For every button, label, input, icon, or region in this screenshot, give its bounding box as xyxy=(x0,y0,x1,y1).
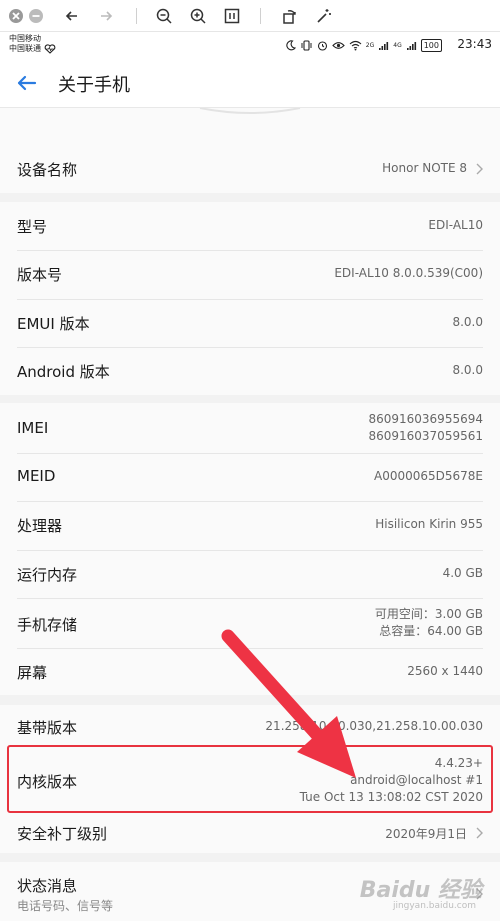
section-gap xyxy=(0,193,500,202)
zoom-out-icon[interactable] xyxy=(154,6,174,26)
screen-label: 屏幕 xyxy=(17,664,48,682)
version-info-card: 型号 EDI-AL10 版本号 EDI-AL10 8.0.0.539(C00) … xyxy=(0,202,500,395)
toolbar-separator xyxy=(260,8,261,24)
imei-values: 860916036955694 860916037059561 xyxy=(368,411,483,445)
fit-screen-icon[interactable] xyxy=(222,6,242,26)
toolbar-separator xyxy=(136,8,137,24)
processor-value: Hisilicon Kirin 955 xyxy=(375,517,483,531)
forward-arrow-icon[interactable] xyxy=(96,6,116,26)
vibrate-icon xyxy=(301,39,312,51)
emui-version-row: EMUI 版本 8.0.0 xyxy=(0,299,500,347)
storage-available: 可用空间：3.00 GB xyxy=(374,607,483,621)
security-patch-value: 2020年9月1日 xyxy=(385,827,467,841)
status-info-subtitle: 电话号码、信号等 xyxy=(17,899,114,913)
baseband-row: 基带版本 21.258.10.00.030,21.258.10.00.030 xyxy=(0,705,500,749)
model-row: 型号 EDI-AL10 xyxy=(0,202,500,250)
meid-label: MEID xyxy=(17,467,56,485)
carrier-info: 中国移动 中国联通 xyxy=(9,34,41,54)
android-version-label: Android 版本 xyxy=(17,363,110,381)
cancel-icon[interactable] xyxy=(26,6,46,26)
android-version-value: 8.0.0 xyxy=(452,363,483,377)
model-label: 型号 xyxy=(17,218,48,236)
storage-values: 可用空间：3.00 GB 总容量：64.00 GB xyxy=(375,606,483,640)
imei-label: IMEI xyxy=(17,419,49,437)
processor-label: 处理器 xyxy=(17,517,63,535)
network-type-2: 4G xyxy=(393,41,402,49)
carrier-2: 中国联通 xyxy=(9,44,41,53)
storage-label: 手机存储 xyxy=(17,616,78,634)
model-value: EDI-AL10 xyxy=(428,218,483,232)
screen-row: 屏幕 2560 x 1440 xyxy=(0,648,500,695)
ram-row: 运行内存 4.0 GB xyxy=(0,550,500,598)
chevron-right-icon xyxy=(474,161,484,175)
carrier-1: 中国移动 xyxy=(9,34,41,43)
device-name-label: 设备名称 xyxy=(17,161,78,179)
imei-value-1: 860916036955694 xyxy=(368,412,483,426)
close-icon[interactable] xyxy=(6,6,26,26)
emui-version-value: 8.0.0 xyxy=(452,315,483,329)
eye-icon xyxy=(332,41,345,49)
ram-label: 运行内存 xyxy=(17,566,78,584)
imei-value-2: 860916037059561 xyxy=(368,429,483,443)
chevron-right-icon xyxy=(474,825,484,839)
page-title: 关于手机 xyxy=(58,75,130,96)
ram-value: 4.0 GB xyxy=(442,566,483,580)
signal-icon-2 xyxy=(406,41,416,50)
section-gap xyxy=(0,853,500,862)
zoom-in-icon[interactable] xyxy=(188,6,208,26)
section-gap xyxy=(0,695,500,705)
rotate-icon[interactable] xyxy=(280,6,300,26)
baseband-value: 21.258.10.00.030,21.258.10.00.030 xyxy=(265,719,483,733)
signal-icon-1 xyxy=(379,41,389,50)
back-arrow-icon[interactable] xyxy=(14,70,40,96)
meid-value: A0000065D5678E xyxy=(373,469,483,483)
kernel-highlight-box xyxy=(7,745,493,813)
status-info-label: 状态消息 xyxy=(17,877,78,895)
android-version-row: Android 版本 8.0.0 xyxy=(0,347,500,395)
moon-icon xyxy=(286,39,296,50)
meid-row: MEID A0000065D5678E xyxy=(0,453,500,501)
device-name-card: 设备名称 Honor NOTE 8 xyxy=(0,144,500,193)
security-patch-row[interactable]: 安全补丁级别 2020年9月1日 xyxy=(0,813,500,853)
status-bar: 中国移动 中国联通 2G 4G 100 23:43 xyxy=(0,32,500,58)
health-heart-icon xyxy=(44,39,56,54)
screen-value: 2560 x 1440 xyxy=(407,664,483,678)
emui-version-label: EMUI 版本 xyxy=(17,315,90,333)
clock: 23:43 xyxy=(457,37,492,51)
network-type-1: 2G xyxy=(365,41,375,49)
wifi-icon xyxy=(349,40,362,50)
battery-indicator: 100 xyxy=(420,38,442,52)
alarm-icon xyxy=(317,40,327,51)
magic-wand-icon[interactable] xyxy=(314,6,334,26)
back-arrow-icon[interactable] xyxy=(62,6,82,26)
security-patch-label: 安全补丁级别 xyxy=(17,825,108,843)
processor-row: 处理器 Hisilicon Kirin 955 xyxy=(0,501,500,550)
baidu-watermark: Baidu 经验 xyxy=(359,878,482,903)
device-name-value: Honor NOTE 8 xyxy=(382,161,467,175)
status-icons: 2G 4G 100 xyxy=(285,38,442,52)
baseband-label: 基带版本 xyxy=(17,719,78,737)
app-header: 关于手机 xyxy=(0,58,500,108)
storage-total: 总容量：64.00 GB xyxy=(379,624,483,638)
imei-row: IMEI 860916036955694 860916037059561 xyxy=(0,403,500,453)
storage-row: 手机存储 可用空间：3.00 GB 总容量：64.00 GB xyxy=(0,598,500,648)
phone-image-strip xyxy=(0,107,500,144)
device-name-row[interactable]: 设备名称 Honor NOTE 8 xyxy=(0,144,500,193)
build-number-row[interactable]: 版本号 EDI-AL10 8.0.0.539(C00) xyxy=(0,250,500,299)
build-number-value: EDI-AL10 8.0.0.539(C00) xyxy=(334,266,483,280)
section-gap xyxy=(0,395,500,403)
baidu-watermark-url: jingyan.baidu.com xyxy=(392,901,476,911)
image-viewer-toolbar xyxy=(0,0,500,32)
build-number-label: 版本号 xyxy=(17,266,63,284)
hardware-info-card: IMEI 860916036955694 860916037059561 MEI… xyxy=(0,403,500,695)
